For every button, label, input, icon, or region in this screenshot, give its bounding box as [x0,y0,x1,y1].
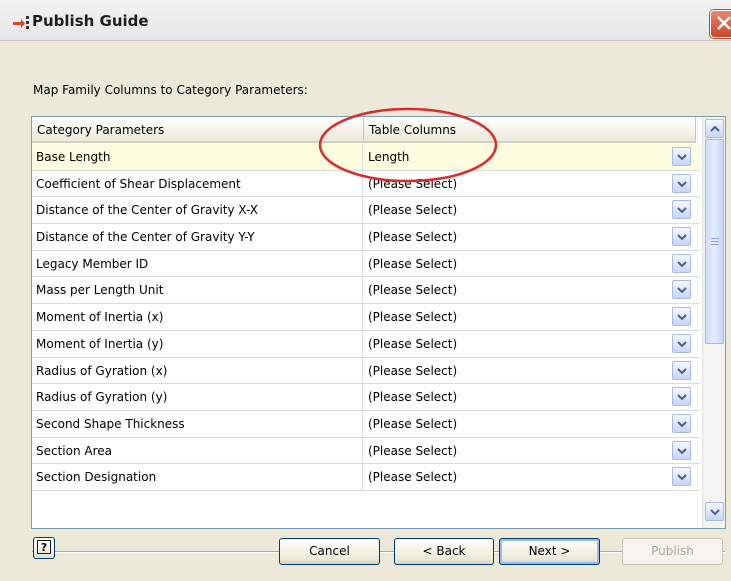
table-row[interactable]: Radius of Gyration (x) (Please Select) [32,357,700,385]
dropdown-button[interactable] [672,280,691,300]
column-select[interactable]: (Please Select) [364,384,669,410]
scroll-thumb[interactable] [705,139,724,344]
close-icon [717,16,731,30]
help-button[interactable]: ? [33,537,55,559]
chevron-down-icon [710,509,720,516]
grid-rows: Base Length Length Coefficient of Shear Di… [32,144,700,491]
table-row[interactable]: Moment of Inertia (y) (Please Select) [32,330,700,358]
table-row[interactable]: Radius of Gyration (y) (Please Select) [32,384,700,411]
chevron-down-icon [677,341,687,348]
table-row[interactable]: Section Area (Please Select) [32,437,700,465]
table-row[interactable]: Distance of the Center of Gravity Y-Y (Pl… [32,224,700,251]
table-row[interactable]: Base Length Length [32,144,700,171]
chevron-down-icon [677,154,687,161]
dropdown-button[interactable] [672,467,691,487]
chevron-down-icon [677,394,687,401]
chevron-down-icon [677,367,687,374]
column-select[interactable]: (Please Select) [364,197,669,223]
table-row[interactable]: Mass per Length Unit (Please Select) [32,277,700,305]
dropdown-button[interactable] [672,333,691,353]
column-select[interactable]: (Please Select) [364,464,669,490]
table-row[interactable]: Legacy Member ID (Please Select) [32,250,700,278]
cancel-button[interactable]: Cancel [279,538,380,565]
close-button[interactable] [710,10,731,38]
chevron-down-icon [677,287,687,294]
column-select[interactable]: (Please Select) [364,438,669,464]
chevron-down-icon [677,314,687,321]
chevron-down-icon [677,474,687,481]
dialog-body: Map Family Columns to Category Parameter… [0,41,731,581]
dropdown-button[interactable] [672,200,691,220]
column-select[interactable]: (Please Select) [364,224,669,250]
parameter-cell: Second Shape Thickness [32,410,363,437]
dropdown-button[interactable] [672,227,691,247]
instruction-label: Map Family Columns to Category Parameter… [33,83,308,97]
header-category-parameters[interactable]: Category Parameters [32,117,364,143]
back-button[interactable]: < Back [394,538,494,565]
dropdown-button[interactable] [672,360,691,380]
dropdown-button[interactable] [672,253,691,273]
column-select[interactable]: (Please Select) [364,251,669,277]
help-icon: ? [37,540,51,554]
parameter-cell: Section Area [32,437,363,464]
chevron-down-icon [677,421,687,428]
chevron-down-icon [677,180,687,188]
dropdown-button[interactable] [672,307,691,327]
window-title: Publish Guide [32,12,149,30]
parameter-cell: Distance of the Center of Gravity Y-Y [32,224,363,251]
thumb-grip [711,241,719,242]
title-bar: Publish Guide [0,0,731,41]
dropdown-button[interactable] [672,147,691,166]
column-select[interactable]: (Please Select) [364,358,669,384]
dropdown-button[interactable] [672,387,691,407]
header-table-columns[interactable]: Table Columns [364,117,696,143]
dropdown-button[interactable] [672,173,691,193]
parameter-cell: Legacy Member ID [32,250,363,277]
publish-button[interactable]: Publish [622,538,723,565]
parameter-cell: Section Designation [32,464,363,491]
table-row[interactable]: Section Designation (Please Select) [32,464,700,491]
parameter-cell: Moment of Inertia (x) [32,304,363,331]
chevron-down-icon [677,234,687,241]
parameter-cell: Radius of Gyration (y) [32,384,363,411]
table-row[interactable]: Second Shape Thickness (Please Select) [32,410,700,438]
chevron-up-icon [710,125,720,132]
table-row[interactable]: Coefficient of Shear Displacement (Please… [32,170,700,198]
next-button[interactable]: Next > [499,538,600,565]
parameter-cell: Radius of Gyration (x) [32,357,363,384]
scroll-down-button[interactable] [705,502,724,521]
mapping-grid[interactable]: Category Parameters Table Columns Base L… [31,116,726,529]
column-select[interactable]: (Please Select) [364,411,669,437]
column-select[interactable]: (Please Select) [364,331,669,357]
column-select[interactable]: (Please Select) [364,171,669,197]
parameter-cell: Moment of Inertia (y) [32,330,363,357]
dropdown-button[interactable] [672,413,691,433]
scroll-up-button[interactable] [705,119,724,138]
chevron-down-icon [677,261,687,268]
table-row[interactable]: Moment of Inertia (x) (Please Select) [32,304,700,331]
column-select[interactable]: Length [364,144,669,170]
thumb-grip [711,238,719,239]
parameter-cell: Mass per Length Unit [32,277,363,304]
table-row[interactable]: Distance of the Center of Gravity X-X (Pl… [32,197,700,225]
chevron-down-icon [677,207,687,214]
thumb-grip [711,244,719,245]
parameter-cell: Distance of the Center of Gravity X-X [32,197,363,224]
dropdown-button[interactable] [672,440,691,460]
grid-header: Category Parameters Table Columns [32,117,696,144]
vertical-scrollbar[interactable] [702,117,725,528]
parameter-cell: Coefficient of Shear Displacement [32,170,363,197]
chevron-down-icon [677,447,687,454]
column-select[interactable]: (Please Select) [364,304,669,330]
publish-arrow-icon [13,16,31,30]
parameter-cell: Base Length [32,144,363,170]
column-select[interactable]: (Please Select) [364,277,669,303]
